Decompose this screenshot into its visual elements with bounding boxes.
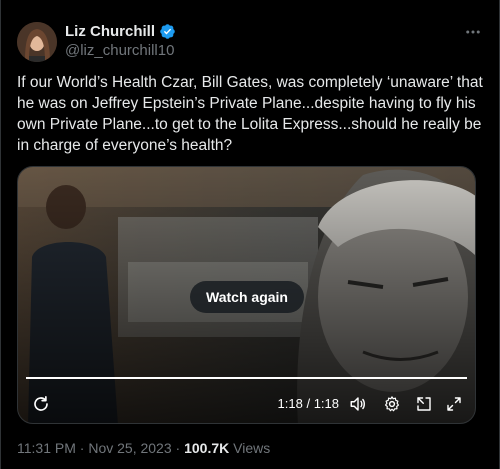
meta-separator: · (79, 440, 85, 456)
views-label: Views (233, 440, 271, 456)
display-name-row: Liz Churchill (65, 22, 176, 41)
video-progress-fill (26, 377, 467, 379)
more-icon[interactable] (463, 22, 483, 42)
avatar[interactable] (17, 22, 57, 62)
video-progress-bar[interactable] (26, 377, 467, 379)
video-player[interactable]: Watch again 1:18 / 1:18 (17, 166, 476, 424)
picture-in-picture-icon[interactable] (413, 393, 435, 415)
tweet-card: Liz Churchill @liz_churchill10 If our Wo… (0, 0, 500, 469)
replay-icon[interactable] (30, 393, 52, 415)
verified-badge-icon (159, 23, 176, 40)
tweet-header: Liz Churchill @liz_churchill10 (17, 20, 483, 62)
watch-again-button[interactable]: Watch again (190, 281, 304, 313)
user-names: Liz Churchill @liz_churchill10 (65, 22, 176, 59)
tweet-meta: 11:31 PM · Nov 25, 2023 · 100.7K Views (17, 440, 270, 456)
meta-separator-2: · (175, 440, 181, 456)
tweet-text: If our World’s Health Czar, Bill Gates, … (17, 74, 488, 154)
fullscreen-icon[interactable] (443, 393, 465, 415)
video-controls: 1:18 / 1:18 (26, 393, 467, 415)
tweet-date[interactable]: Nov 25, 2023 (88, 440, 171, 456)
duration: 1:18 (313, 396, 339, 411)
tweet-time[interactable]: 11:31 PM (17, 440, 76, 456)
views-count: 100.7K (184, 440, 230, 456)
gear-icon[interactable] (381, 393, 403, 415)
volume-icon[interactable] (347, 393, 369, 415)
time-separator: / (306, 396, 311, 411)
video-time: 1:18 / 1:18 (278, 396, 340, 411)
user-handle[interactable]: @liz_churchill10 (65, 42, 176, 59)
display-name[interactable]: Liz Churchill (65, 23, 155, 40)
current-time: 1:18 (277, 396, 303, 411)
